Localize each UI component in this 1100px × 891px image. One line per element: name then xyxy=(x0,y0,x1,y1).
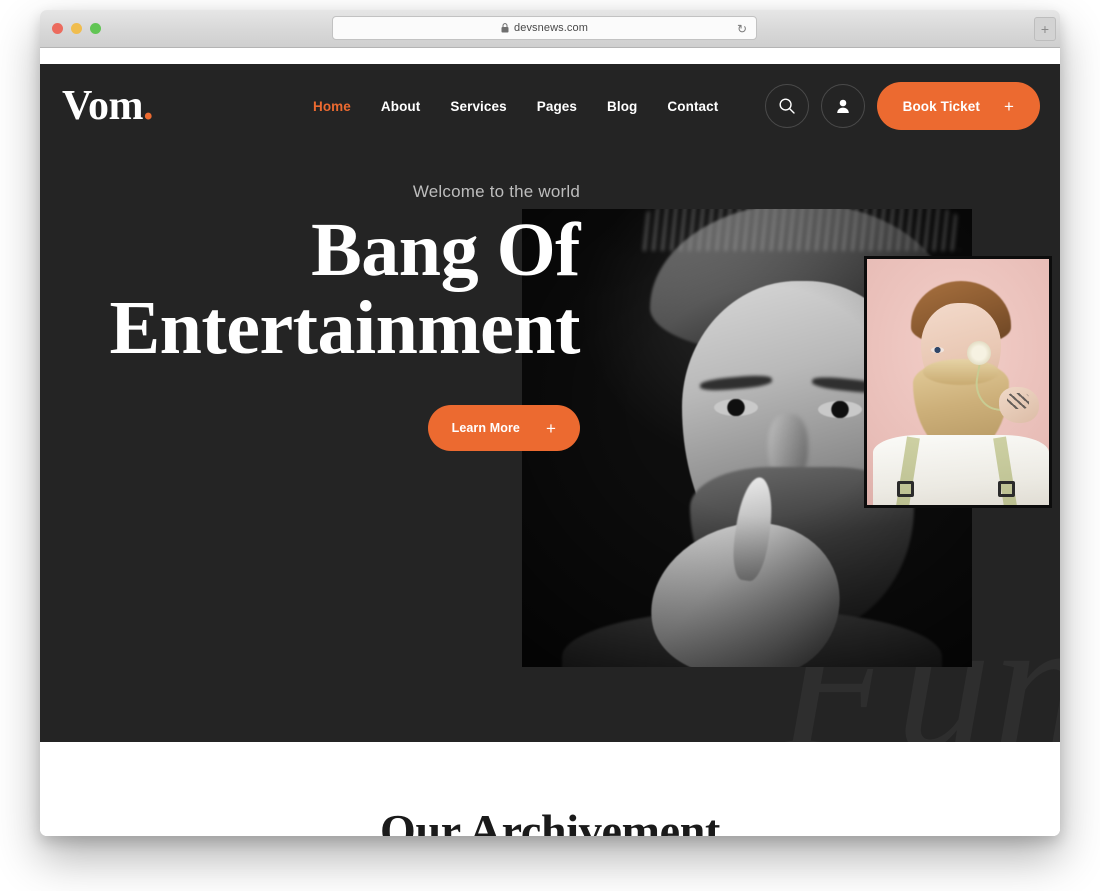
browser-chrome-bar: devsnews.com ↻ + xyxy=(40,10,1060,48)
learn-more-button[interactable]: Learn More + xyxy=(427,405,580,452)
nav-item-contact[interactable]: Contact xyxy=(667,99,718,114)
search-button[interactable] xyxy=(764,84,809,128)
portrait-pink-hand-tattoo xyxy=(1007,393,1029,409)
new-tab-button[interactable]: + xyxy=(1034,17,1056,41)
nav-item-blog[interactable]: Blog xyxy=(607,99,637,114)
site-logo-text: Vom xyxy=(62,83,143,129)
portrait-pink-illustration xyxy=(867,259,1049,505)
hero-inset-photo xyxy=(864,256,1052,508)
browser-window: devsnews.com ↻ + Fun xyxy=(40,10,1060,836)
reload-icon[interactable]: ↻ xyxy=(737,22,747,36)
header-actions: Book Ticket + xyxy=(764,82,1040,130)
achievement-section: Our Archivement xyxy=(40,742,1060,836)
page-top-gap xyxy=(40,48,1060,64)
hero-eyebrow: Welcome to the world xyxy=(412,182,580,201)
window-traffic-lights xyxy=(52,23,101,34)
site-logo-dot: . xyxy=(142,83,154,129)
user-icon xyxy=(834,97,852,115)
hero-title-line-1: Bang Of xyxy=(311,208,580,292)
hero-title-line-2: Entertainment xyxy=(109,285,580,370)
hero-title: Bang Of Entertainment xyxy=(40,208,580,370)
portrait-pink-buckle-left xyxy=(897,481,914,497)
book-ticket-label: Book Ticket xyxy=(902,98,980,114)
nav-item-home[interactable]: Home xyxy=(313,99,351,114)
website-viewport: Fun xyxy=(40,64,1060,836)
site-logo[interactable]: Vom. xyxy=(62,85,153,127)
site-header: Vom. Home About Services Pages Blog Cont… xyxy=(40,64,1060,148)
hero-cta-wrap: Learn More + xyxy=(40,405,580,452)
close-window-button[interactable] xyxy=(52,23,63,34)
account-button[interactable] xyxy=(820,84,865,128)
plus-icon: + xyxy=(1003,96,1014,116)
address-bar[interactable]: devsnews.com ↻ xyxy=(332,16,757,40)
maximize-window-button[interactable] xyxy=(90,23,101,34)
address-bar-url: devsnews.com xyxy=(514,22,588,34)
portrait-pink-eye-left xyxy=(931,347,944,353)
achievement-section-title: Our Archivement xyxy=(379,805,721,836)
lock-icon xyxy=(501,20,509,38)
search-icon xyxy=(778,97,796,115)
nav-item-about[interactable]: About xyxy=(381,99,420,114)
plus-icon: + xyxy=(545,418,556,438)
minimize-window-button[interactable] xyxy=(71,23,82,34)
primary-navigation: Home About Services Pages Blog Contact xyxy=(313,99,718,114)
portrait-pink-dandelion xyxy=(967,341,991,365)
portrait-pink-buckle-right xyxy=(998,481,1015,497)
book-ticket-button[interactable]: Book Ticket + xyxy=(876,82,1040,130)
nav-item-pages[interactable]: Pages xyxy=(537,99,577,114)
nav-item-services[interactable]: Services xyxy=(450,99,506,114)
hero-content: Welcome to the world Bang Of Entertainme… xyxy=(40,182,581,452)
hero-section: Fun xyxy=(40,64,1060,742)
learn-more-label: Learn More xyxy=(451,421,520,436)
